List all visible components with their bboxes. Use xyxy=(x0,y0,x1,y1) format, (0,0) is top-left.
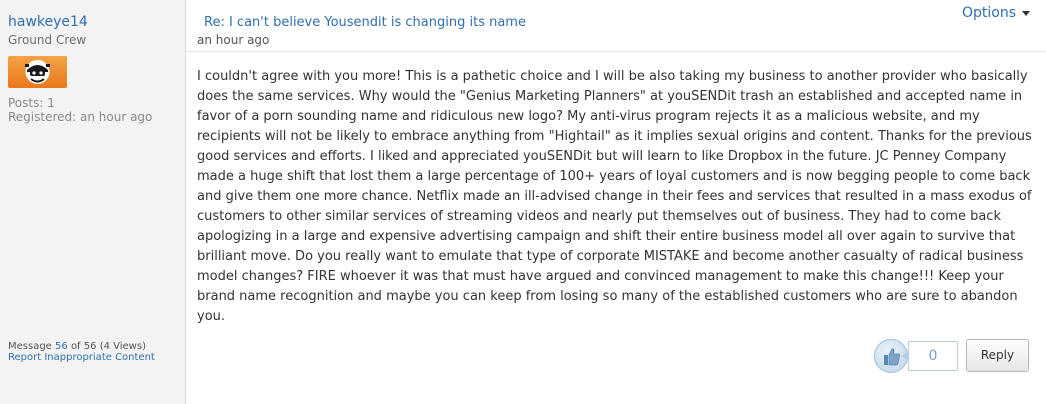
message-of: of xyxy=(70,341,81,352)
author-rank: Ground Crew xyxy=(8,33,87,47)
author-username-link[interactable]: hawkeye14 xyxy=(8,14,88,30)
post-subject-link[interactable]: Re: I can't believe Yousendit is changin… xyxy=(204,15,526,30)
message-views: (4 Views) xyxy=(99,341,146,352)
message-prefix: Message xyxy=(8,341,52,352)
options-label: Options xyxy=(961,5,1016,21)
message-meta: Message 56 of 56 (4 Views) Report Inappr… xyxy=(8,341,155,363)
kudos-count: 0 xyxy=(902,341,958,371)
author-sidebar: hawkeye14 Ground Crew Posts: 1 Registere… xyxy=(0,0,186,404)
post-body: I couldn't agree with you more! This is … xyxy=(197,69,1032,324)
report-inappropriate-link[interactable]: Report Inappropriate Content xyxy=(8,352,155,363)
message-total: 56 xyxy=(83,341,97,352)
author-stats: Posts: 1 Registered: an hour ago xyxy=(8,96,152,124)
post-timestamp: an hour ago xyxy=(197,33,270,47)
message-count-line: Message 56 of 56 (4 Views) xyxy=(8,341,155,352)
options-menu[interactable]: Options xyxy=(962,5,1030,21)
author-post-count: Posts: 1 xyxy=(8,96,55,110)
astronaut-avatar-icon[interactable] xyxy=(8,56,67,88)
chevron-down-icon xyxy=(1022,10,1030,16)
message-number-link[interactable]: 56 xyxy=(55,341,68,352)
reply-button[interactable]: Reply xyxy=(966,339,1029,372)
author-registered: Registered: an hour ago xyxy=(8,110,153,124)
header-divider xyxy=(187,51,1046,52)
